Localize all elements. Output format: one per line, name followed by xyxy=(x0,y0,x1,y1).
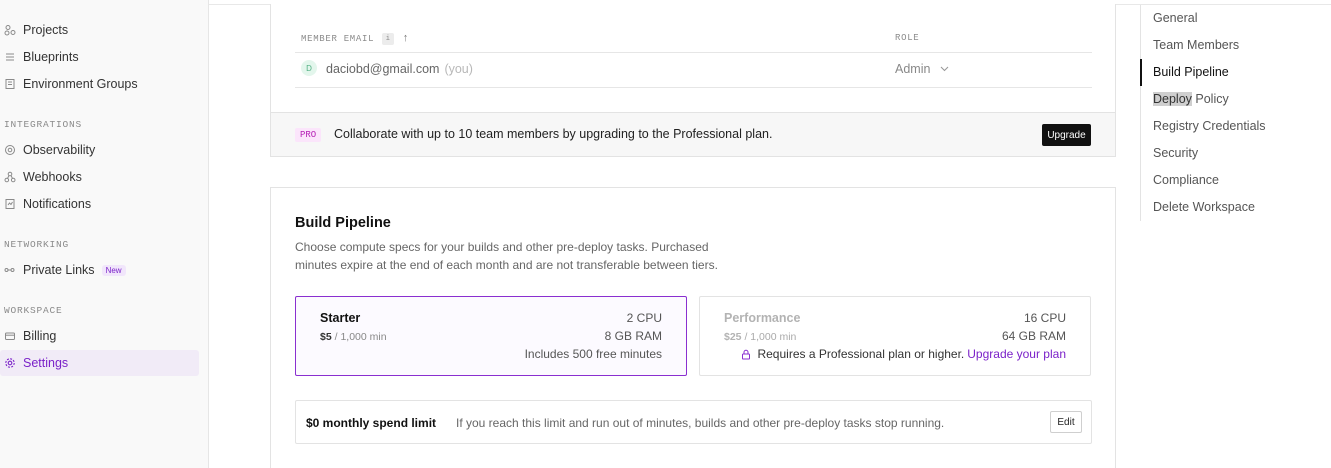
chevron-down-icon xyxy=(940,64,949,74)
spend-limit-box: $0 monthly spend limit If you reach this… xyxy=(295,400,1092,444)
tier-name: Starter xyxy=(320,311,361,325)
tier-name: Performance xyxy=(724,311,801,325)
header-divider xyxy=(295,52,1092,53)
member-email: daciobd@gmail.com (you) xyxy=(326,62,473,76)
sidebar-item-notifications[interactable]: Notifications xyxy=(0,191,199,217)
billing-icon xyxy=(4,330,16,342)
spend-limit-description: If you reach this limit and run out of m… xyxy=(456,416,945,430)
info-icon[interactable]: i xyxy=(382,33,395,45)
upgrade-button[interactable]: Upgrade xyxy=(1042,124,1091,146)
role-value: Admin xyxy=(895,62,931,76)
sidebar-item-billing[interactable]: Billing xyxy=(0,323,199,349)
webhooks-icon xyxy=(4,171,16,183)
member-email-column-header[interactable]: MEMBER EMAIL i ↑ xyxy=(301,33,410,45)
sidebar-item-webhooks[interactable]: Webhooks xyxy=(0,164,199,190)
section-heading-networking: NETWORKING xyxy=(4,239,70,250)
sidebar-item-label: Blueprints xyxy=(23,50,79,64)
sidebar-item-projects[interactable]: Projects xyxy=(0,17,199,43)
member-email-value: daciobd@gmail.com xyxy=(326,62,440,76)
row-divider xyxy=(295,87,1092,88)
lock-icon xyxy=(741,349,751,360)
upgrade-plan-link[interactable]: Upgrade your plan xyxy=(967,347,1066,361)
tier-price: $25 / 1,000 min xyxy=(724,331,796,343)
sidebar-item-label: Environment Groups xyxy=(23,77,138,91)
you-tag: (you) xyxy=(444,62,473,76)
tier-cpu: 2 CPU xyxy=(626,311,662,325)
sidebar-item-settings[interactable]: Settings xyxy=(0,350,199,376)
upgrade-banner: PRO Collaborate with up to 10 team membe… xyxy=(271,112,1115,156)
toc-item-compliance[interactable]: Compliance xyxy=(1153,173,1219,187)
toc-item-security[interactable]: Security xyxy=(1153,146,1198,160)
notifications-icon xyxy=(4,198,16,210)
tier-note: Includes 500 free minutes xyxy=(524,347,662,361)
sidebar-item-private-links[interactable]: Private Links New xyxy=(0,257,199,283)
requirement-text: Requires a Professional plan or higher. xyxy=(757,347,965,361)
sidebar-item-label: Observability xyxy=(23,143,96,157)
toc-item-deploy-policy[interactable]: Deploy Policy xyxy=(1153,92,1229,106)
edit-spend-limit-button[interactable]: Edit xyxy=(1050,411,1082,433)
sidebar-item-label: Notifications xyxy=(23,197,92,211)
sidebar-item-label: Webhooks xyxy=(23,170,82,184)
active-indicator xyxy=(1140,59,1142,86)
projects-icon xyxy=(4,24,16,36)
section-heading-workspace: WORKSPACE xyxy=(4,305,63,316)
spend-limit-label: $0 monthly spend limit xyxy=(306,416,437,430)
private-links-icon xyxy=(4,264,16,276)
section-title: Build Pipeline xyxy=(295,215,391,231)
toc-item-delete-workspace[interactable]: Delete Workspace xyxy=(1153,200,1255,214)
blueprints-icon xyxy=(4,51,16,63)
role-column-header: ROLE xyxy=(895,33,920,43)
build-pipeline-panel: Build Pipeline Choose compute specs for … xyxy=(270,187,1116,468)
sidebar-item-label: Projects xyxy=(23,23,69,37)
tier-cpu: 16 CPU xyxy=(1023,311,1066,325)
new-badge: New xyxy=(101,264,126,276)
section-heading-integrations: INTEGRATIONS xyxy=(4,119,83,130)
settings-icon xyxy=(4,357,16,369)
tier-ram: 64 GB RAM xyxy=(1001,329,1066,343)
avatar: D xyxy=(301,60,317,76)
role-dropdown[interactable]: Admin xyxy=(895,62,949,76)
toc-item-team-members[interactable]: Team Members xyxy=(1153,38,1239,52)
tier-price-unit: / 1,000 min xyxy=(744,331,797,343)
sidebar-item-observability[interactable]: Observability xyxy=(0,137,199,163)
upgrade-message: Collaborate with up to 10 team members b… xyxy=(334,127,773,141)
text-selection-highlight: Deploy xyxy=(1153,92,1192,106)
column-header-label: MEMBER EMAIL xyxy=(301,34,375,44)
tier-price-amount: $25 xyxy=(724,331,742,343)
plan-requirement: Requires a Professional plan or higher. … xyxy=(741,347,1066,361)
team-members-panel: MEMBER EMAIL i ↑ ROLE D daciobd@gmail.co… xyxy=(270,4,1116,157)
sidebar-item-label: Settings xyxy=(23,356,69,370)
sort-ascending-icon[interactable]: ↑ xyxy=(402,33,409,45)
settings-toc: General Team Members Build Pipeline Depl… xyxy=(1140,5,1331,221)
sidebar-item-blueprints[interactable]: Blueprints xyxy=(0,44,199,70)
sidebar-item-label: Private Links xyxy=(23,263,95,277)
tier-price: $5 / 1,000 min xyxy=(320,331,387,343)
sidebar-item-label: Billing xyxy=(23,329,57,343)
pro-badge: PRO xyxy=(295,128,322,142)
section-description: Choose compute specs for your builds and… xyxy=(295,240,718,272)
toc-item-registry-credentials[interactable]: Registry Credentials xyxy=(1153,119,1266,133)
toc-item-build-pipeline[interactable]: Build Pipeline xyxy=(1153,65,1229,79)
observability-icon xyxy=(4,144,16,156)
tier-price-unit: / 1,000 min xyxy=(334,331,387,343)
tier-ram: 8 GB RAM xyxy=(604,329,662,343)
toc-item-label: Policy xyxy=(1191,92,1229,106)
environment-groups-icon xyxy=(4,78,16,90)
toc-item-general[interactable]: General xyxy=(1153,11,1197,25)
sidebar-item-environment-groups[interactable]: Environment Groups xyxy=(0,71,199,97)
sidebar: Projects Blueprints Environment Groups I… xyxy=(0,0,209,468)
tier-price-amount: $5 xyxy=(320,331,332,343)
tier-card-starter[interactable]: Starter $5 / 1,000 min 2 CPU 8 GB RAM In… xyxy=(295,296,687,376)
tier-card-performance: Performance $25 / 1,000 min 16 CPU 64 GB… xyxy=(699,296,1091,376)
